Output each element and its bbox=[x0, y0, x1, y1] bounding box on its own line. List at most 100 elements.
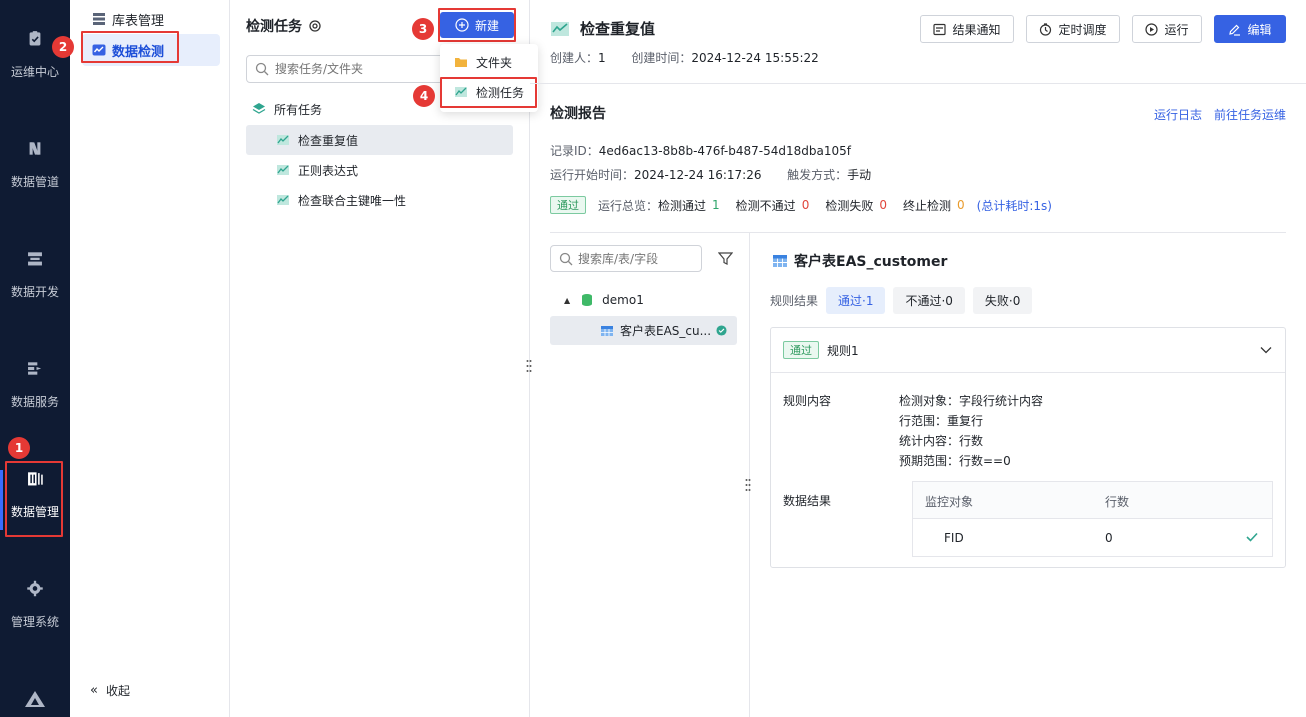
rule-content-line: 统计内容：行数 bbox=[899, 434, 984, 448]
result-notify-button[interactable]: 结果通知 bbox=[920, 15, 1014, 43]
run-start-value: 2024-12-24 16:17:26 bbox=[634, 168, 762, 182]
table-header-cell: 行数 bbox=[1105, 495, 1130, 509]
schedule-button[interactable]: 定时调度 bbox=[1026, 15, 1120, 43]
error-count: 0 bbox=[879, 198, 887, 212]
tree-node-table[interactable]: 客户表EAS_cu... bbox=[550, 316, 737, 345]
run-button[interactable]: 运行 bbox=[1132, 15, 1202, 43]
table-icon bbox=[773, 255, 787, 267]
pass-count: 1 bbox=[712, 198, 720, 212]
caret-down-icon: ▲ bbox=[564, 295, 571, 305]
task-chart-icon bbox=[551, 21, 569, 36]
button-label: 编辑 bbox=[1247, 22, 1272, 37]
run-log-link[interactable]: 运行日志 bbox=[1154, 106, 1202, 123]
search-icon bbox=[559, 252, 573, 265]
status-badge: 通过 bbox=[550, 196, 586, 214]
run-start-line: 运行开始时间：2024-12-24 16:17:26 触发方式：手动 bbox=[550, 166, 871, 183]
rule-result-label: 规则结果 bbox=[770, 294, 819, 308]
task-panel-title-text: 检测任务 bbox=[246, 19, 302, 35]
sub-item-label: 数据检测 bbox=[112, 44, 165, 60]
error-label: 检测失败 bbox=[825, 198, 874, 213]
fail-count: 0 bbox=[801, 198, 810, 212]
rule-card-header[interactable]: 通过 规则1 bbox=[771, 328, 1285, 373]
header-divider bbox=[530, 83, 1306, 84]
database-table-icon bbox=[93, 13, 105, 25]
nav-item-data-pipeline[interactable]: 数据管道 bbox=[0, 110, 70, 190]
status-badge: 通过 bbox=[783, 341, 819, 359]
table-name: 客户表EAS_cu... bbox=[620, 324, 712, 338]
task-search-box[interactable] bbox=[246, 55, 444, 83]
chip-failed[interactable]: 失败·0 bbox=[972, 287, 1033, 314]
filter-icon[interactable] bbox=[718, 251, 733, 266]
new-dropdown-menu: 文件夹 检测任务 bbox=[440, 44, 538, 112]
sub-item-data-check[interactable]: 数据检测 bbox=[82, 34, 220, 66]
menu-item-check-task[interactable]: 检测任务 bbox=[440, 77, 538, 107]
task-panel-title: 检测任务 bbox=[246, 16, 322, 36]
collapse-button[interactable]: « 收起 bbox=[90, 682, 130, 699]
rule-content-line: 检测对象：字段行统计内容 bbox=[899, 394, 1044, 408]
clipboard-check-icon bbox=[29, 31, 41, 46]
button-label: 定时调度 bbox=[1058, 22, 1107, 37]
result-table: 监控对象 行数 FID 0 bbox=[912, 481, 1273, 557]
creator-value: 1 bbox=[598, 51, 606, 65]
logo-icon bbox=[25, 691, 45, 707]
collapse-label: 收起 bbox=[105, 684, 130, 698]
folder-icon bbox=[455, 58, 467, 67]
go-task-ops-link[interactable]: 前往任务运维 bbox=[1214, 106, 1286, 123]
task-chart-icon bbox=[277, 195, 289, 205]
nav-label: 数据服务 bbox=[10, 395, 59, 409]
nav-item-admin-system[interactable]: 管理系统 bbox=[0, 550, 70, 630]
task-chart-icon bbox=[455, 87, 467, 97]
rule-content-label: 规则内容 bbox=[783, 394, 832, 408]
tree-label: 检查重复值 bbox=[298, 133, 359, 148]
menu-item-folder[interactable]: 文件夹 bbox=[440, 47, 538, 77]
chip-pass[interactable]: 通过·1 bbox=[826, 287, 886, 314]
step-badge-4: 4 bbox=[413, 85, 435, 107]
nav-label: 数据管理 bbox=[10, 505, 59, 519]
rule-content-line: 行范围：重复行 bbox=[899, 414, 984, 428]
new-button-label: 新建 bbox=[474, 18, 499, 33]
tree-item-task[interactable]: 检查联合主键唯一性 bbox=[276, 185, 506, 215]
edit-button[interactable]: 编辑 bbox=[1214, 15, 1286, 43]
drag-handle-icon[interactable] bbox=[745, 478, 751, 492]
page-title-text: 检查重复值 bbox=[580, 20, 656, 38]
tree-node-database[interactable]: ▲ demo1 bbox=[564, 285, 734, 315]
record-id-value: 4ed6ac13-8b8b-476f-b487-54d18dba105f bbox=[598, 144, 851, 158]
report-title: 检测报告 bbox=[550, 106, 606, 122]
field-search-input[interactable] bbox=[578, 251, 693, 266]
record-id-label: 记录ID： bbox=[550, 144, 599, 158]
nav-item-data-dev[interactable]: 数据开发 bbox=[0, 220, 70, 300]
chevron-down-icon[interactable] bbox=[1259, 343, 1273, 357]
tree-item-task[interactable]: 检查重复值 bbox=[246, 125, 513, 155]
tree-label: 检查联合主键唯一性 bbox=[298, 193, 407, 208]
pencil-icon bbox=[1229, 24, 1241, 36]
overview-label: 运行总览： bbox=[598, 198, 659, 213]
nav-item-data-service[interactable]: 数据服务 bbox=[0, 330, 70, 410]
button-label: 结果通知 bbox=[952, 22, 1001, 37]
play-circle-icon bbox=[1145, 22, 1159, 36]
data-result-label: 数据结果 bbox=[783, 494, 832, 508]
plus-circle-icon bbox=[455, 18, 469, 32]
new-button[interactable]: 新建 bbox=[440, 12, 514, 38]
button-label: 运行 bbox=[1164, 22, 1189, 37]
table-detail-title-text: 客户表EAS_customer bbox=[794, 254, 948, 270]
trigger-label: 触发方式： bbox=[787, 168, 848, 182]
stop-label: 终止检测 bbox=[902, 198, 951, 213]
sub-nav: 库表管理 数据检测 « 收起 bbox=[70, 0, 230, 717]
server-stack-icon bbox=[28, 252, 42, 266]
rule-content-line: 预期范围：行数==0 bbox=[899, 454, 1011, 468]
panel-divider bbox=[749, 233, 750, 717]
tree-item-task[interactable]: 正则表达式 bbox=[276, 155, 506, 185]
double-chevron-left-icon: « bbox=[90, 683, 98, 698]
rule-name: 规则1 bbox=[827, 343, 859, 358]
settings-gear-icon[interactable] bbox=[308, 19, 322, 33]
chip-not-pass[interactable]: 不通过·0 bbox=[893, 287, 965, 314]
task-search-input[interactable] bbox=[275, 62, 435, 76]
tree-label: 所有任务 bbox=[274, 102, 323, 117]
page-title: 检查重复值 bbox=[550, 18, 655, 39]
nav-label: 运维中心 bbox=[10, 65, 59, 79]
sub-item-table-management[interactable]: 库表管理 bbox=[82, 3, 220, 35]
total-time: (总计耗时:1s) bbox=[976, 198, 1052, 213]
task-chart-icon bbox=[277, 165, 289, 175]
run-summary: 通过 运行总览： 检测通过 1 检测不通过 0 检测失败 0 终止检测 0 (总… bbox=[550, 196, 1052, 214]
field-search-box[interactable] bbox=[550, 245, 702, 272]
